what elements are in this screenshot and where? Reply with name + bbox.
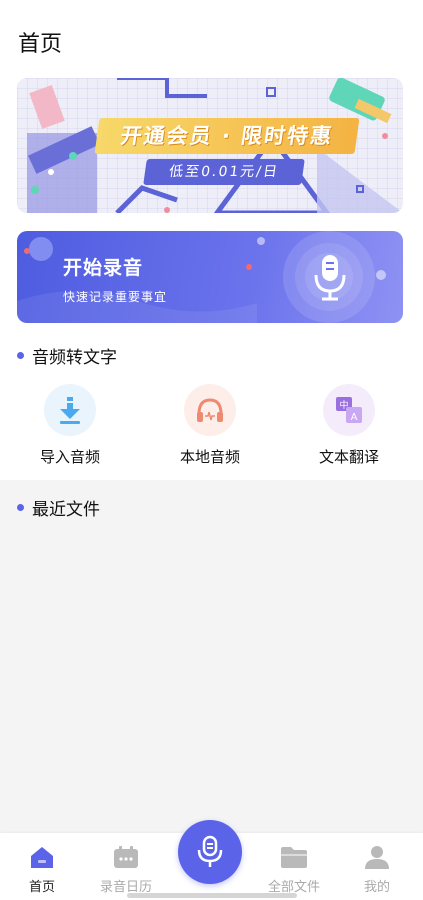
tab-label: 首页: [28, 880, 55, 895]
start-recording-banner[interactable]: 开始录音 快速记录重要事宜: [17, 231, 403, 323]
tab-record-calendar[interactable]: 录音日历: [86, 843, 166, 895]
tool-label: 文本翻译: [318, 448, 379, 466]
import-download-icon: [44, 384, 96, 436]
audio-to-text-header: 音频转文字: [17, 343, 117, 368]
record-banner-title: 开始录音: [63, 257, 144, 279]
calendar-icon: [86, 843, 166, 871]
tool-label: 本地音频: [179, 448, 240, 466]
translate-icon: 中 A: [323, 384, 375, 436]
promo-price: 低至0.01元/日: [143, 159, 305, 185]
microphone-icon: [314, 255, 346, 301]
record-mic-button[interactable]: [178, 820, 242, 884]
user-icon: [337, 843, 417, 871]
tab-mine[interactable]: 我的: [337, 843, 417, 895]
tool-label: 导入音频: [39, 448, 100, 466]
page-title: 首页: [18, 32, 63, 57]
section-dot: [17, 504, 24, 511]
section-title: 最近文件: [32, 500, 100, 520]
record-banner-subtitle: 快速记录重要事宜: [63, 290, 168, 304]
promo-title: 开通会员 · 限时特惠: [94, 118, 360, 154]
local-audio-button[interactable]: 本地音频: [160, 384, 260, 467]
import-audio-button[interactable]: 导入音频: [20, 384, 120, 467]
svg-text:A: A: [351, 412, 358, 423]
tab-all-files[interactable]: 全部文件: [254, 843, 334, 895]
home-indicator: [127, 893, 297, 898]
microphone-icon: [197, 835, 223, 867]
tab-label: 我的: [363, 880, 390, 895]
headphones-icon: [184, 384, 236, 436]
section-dot: [17, 352, 24, 359]
folder-icon: [254, 843, 334, 871]
membership-promo-banner[interactable]: 开通会员 · 限时特惠 低至0.01元/日: [17, 78, 403, 213]
home-icon: [2, 843, 82, 871]
recent-files-header: 最近文件: [17, 495, 100, 520]
text-translate-button[interactable]: 中 A 文本翻译: [299, 384, 399, 467]
section-title: 音频转文字: [32, 348, 117, 368]
tab-home[interactable]: 首页: [2, 843, 82, 895]
